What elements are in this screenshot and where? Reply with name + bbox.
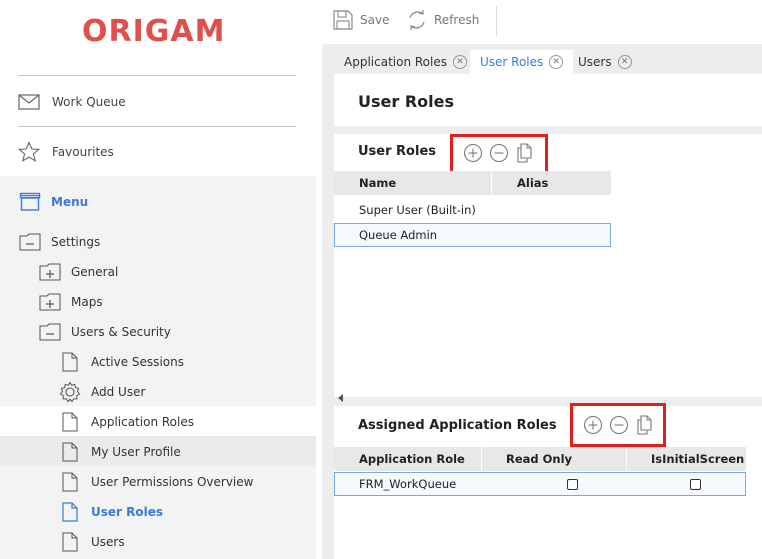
- work-queue-label: Work Queue: [52, 95, 126, 109]
- menu-header[interactable]: Menu: [18, 190, 88, 214]
- app-logo: ORIGAM: [82, 14, 226, 49]
- envelope-icon: [18, 94, 40, 110]
- document-icon: [58, 471, 82, 493]
- tree-item-general[interactable]: General: [38, 260, 118, 284]
- favourites-nav[interactable]: Favourites: [18, 140, 114, 164]
- tree-item-label: My User Profile: [91, 445, 181, 459]
- toolbar-divider: [496, 6, 497, 36]
- star-icon: [18, 141, 40, 162]
- tree-item-label: Users: [91, 535, 125, 549]
- tree-item-label: Add User: [91, 385, 146, 399]
- copy-row-icon[interactable]: [515, 143, 535, 163]
- refresh-button[interactable]: Refresh: [406, 9, 479, 31]
- document-icon: [58, 411, 82, 433]
- tab-label: Users: [578, 55, 612, 69]
- document-icon: [58, 441, 82, 463]
- column-header-name[interactable]: Name: [334, 171, 492, 195]
- tab-application-roles[interactable]: Application Roles ✕: [334, 50, 477, 74]
- table-row[interactable]: Super User (Built-in): [334, 198, 611, 222]
- work-queue-nav[interactable]: Work Queue: [18, 90, 126, 114]
- main-panel: Application Roles ✕ User Roles ✕ Users ✕…: [322, 44, 762, 559]
- highlight-box: [450, 134, 548, 174]
- scroll-left-arrow[interactable]: [338, 394, 343, 402]
- tree-item-users[interactable]: Users: [58, 530, 125, 554]
- cell-name: Queue Admin: [359, 228, 438, 242]
- gear-icon: [58, 381, 82, 403]
- page-title: User Roles: [358, 92, 454, 111]
- panel-title: User Roles: [358, 144, 436, 159]
- copy-row-icon[interactable]: [635, 415, 655, 435]
- tree-item-label: User Roles: [91, 505, 163, 519]
- user-roles-panel: User Roles Name Alias Super User (Built-…: [334, 134, 762, 402]
- remove-row-icon[interactable]: [489, 143, 509, 163]
- favourites-label: Favourites: [52, 145, 114, 159]
- remove-row-icon[interactable]: [609, 415, 629, 435]
- tree-item-label: Active Sessions: [91, 355, 184, 369]
- tree-item-add-user[interactable]: Add User: [58, 380, 145, 404]
- is-initial-screen-checkbox[interactable]: [690, 479, 701, 490]
- folder-minus-icon: [38, 321, 62, 343]
- folder-minus-icon: [18, 231, 42, 253]
- column-header-application-role[interactable]: Application Role: [334, 447, 482, 471]
- archive-box-icon: [18, 191, 42, 213]
- tab-label: User Roles: [480, 55, 544, 69]
- tab-bar: Application Roles ✕ User Roles ✕ Users ✕: [322, 44, 762, 74]
- column-header-is-initial-screen[interactable]: IsInitialScreen: [627, 447, 746, 471]
- document-icon: [58, 531, 82, 553]
- folder-plus-icon: [38, 291, 62, 313]
- panel-title: Assigned Application Roles: [358, 418, 557, 433]
- table-row-selected[interactable]: FRM_WorkQueue: [334, 472, 746, 496]
- tree-item-label: General: [71, 265, 119, 279]
- panel-header: User Roles: [334, 134, 762, 170]
- tree-item-my-user-profile[interactable]: My User Profile: [58, 440, 181, 464]
- tree-item-label: Users & Security: [71, 325, 171, 339]
- add-row-icon[interactable]: [463, 143, 483, 163]
- close-tab-icon[interactable]: ✕: [452, 55, 467, 69]
- tree-item-maps[interactable]: Maps: [38, 290, 103, 314]
- column-header-alias[interactable]: Alias: [492, 171, 611, 195]
- refresh-icon: [409, 10, 425, 30]
- tree-item-active-sessions[interactable]: Active Sessions: [58, 350, 184, 374]
- cell-application-role: FRM_WorkQueue: [359, 477, 457, 491]
- toolbar: Save Refresh: [322, 0, 762, 44]
- document-icon: [58, 501, 82, 523]
- tree-item-users-security[interactable]: Users & Security: [38, 320, 171, 344]
- tree-item-label: User Permissions Overview: [91, 475, 254, 489]
- close-tab-icon[interactable]: ✕: [617, 55, 632, 69]
- close-tab-icon[interactable]: ✕: [549, 55, 564, 69]
- tree-item-label: Application Roles: [91, 415, 194, 429]
- divider: [18, 126, 296, 127]
- tree-item-application-roles[interactable]: Application Roles: [58, 410, 194, 434]
- tree-item-user-roles[interactable]: User Roles: [58, 500, 163, 524]
- floppy-disk-icon: [333, 10, 353, 30]
- save-label: Save: [360, 13, 390, 27]
- column-header-read-only[interactable]: Read Only (Screen): [482, 447, 627, 490]
- panel-header: Assigned Application Roles: [334, 406, 762, 442]
- page-header: User Roles: [334, 74, 762, 126]
- tab-users[interactable]: Users ✕: [568, 50, 642, 74]
- tab-label: Application Roles: [344, 55, 447, 69]
- divider: [18, 75, 296, 76]
- grid-header: Name Alias: [334, 171, 611, 195]
- refresh-label: Refresh: [434, 13, 480, 27]
- document-icon: [58, 351, 82, 373]
- grid-header: Application Role Read Only (Screen) IsIn…: [334, 447, 746, 490]
- read-only-checkbox[interactable]: [567, 479, 578, 490]
- assigned-roles-panel: Assigned Application Roles Application R…: [334, 403, 762, 559]
- tree-item-settings[interactable]: Settings: [18, 230, 100, 254]
- tree-item-user-permissions-overview[interactable]: User Permissions Overview: [58, 470, 253, 494]
- tab-user-roles[interactable]: User Roles ✕: [470, 50, 574, 74]
- highlight-box: [570, 403, 666, 447]
- cell-name: Super User (Built-in): [359, 203, 476, 217]
- add-row-icon[interactable]: [583, 415, 603, 435]
- tree-item-label: Settings: [51, 235, 101, 249]
- tree-item-label: Maps: [71, 295, 103, 309]
- sidebar: ORIGAM Work Queue Favourites Menu Settin…: [0, 0, 316, 559]
- folder-plus-icon: [38, 261, 62, 283]
- table-row-selected[interactable]: Queue Admin: [334, 223, 611, 247]
- menu-label: Menu: [51, 195, 89, 209]
- save-button[interactable]: Save: [332, 9, 389, 31]
